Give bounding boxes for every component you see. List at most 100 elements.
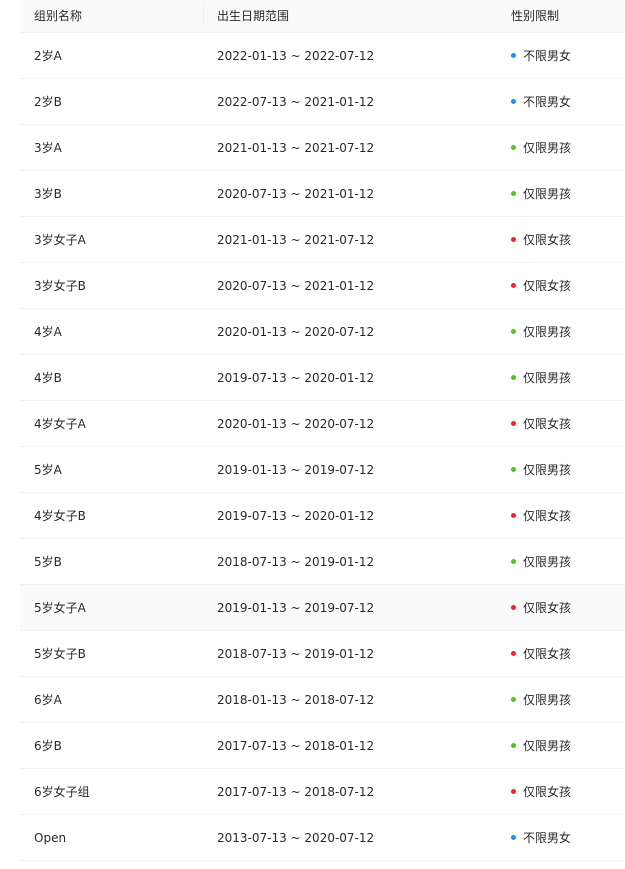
gender-limit-cell: 仅限男孩	[497, 461, 625, 478]
status-dot-icon	[511, 421, 516, 426]
group-name-cell: 4岁女子A	[34, 417, 86, 431]
status-dot-icon	[511, 283, 516, 288]
group-name-cell: 6岁A	[34, 693, 62, 707]
table-row[interactable]: 6岁A 2018-01-13 ~ 2018-07-12 仅限男孩	[20, 677, 625, 723]
header-gender-limit[interactable]: 性别限制	[497, 6, 625, 26]
table-row[interactable]: 6岁女子组 2017-07-13 ~ 2018-07-12 仅限女孩	[20, 769, 625, 815]
status-dot-icon	[511, 789, 516, 794]
gender-limit-label: 仅限男孩	[523, 463, 572, 477]
birth-date-range-cell: 2022-01-13 ~ 2022-07-12	[217, 48, 375, 63]
gender-limit-cell: 仅限女孩	[497, 507, 625, 524]
gender-limit-cell: 不限男女	[497, 47, 625, 64]
gender-limit-cell: 仅限女孩	[497, 645, 625, 662]
group-name-cell: 5岁女子B	[34, 647, 86, 661]
gender-limit-label: 仅限女孩	[523, 233, 572, 247]
gender-limit-cell: 仅限男孩	[497, 369, 625, 386]
gender-limit-cell: 仅限女孩	[497, 277, 625, 294]
status-dot-icon	[511, 53, 516, 58]
status-dot-icon	[511, 329, 516, 334]
group-name-cell: 3岁女子B	[34, 279, 86, 293]
birth-date-range-cell: 2017-07-13 ~ 2018-07-12	[217, 784, 375, 799]
birth-date-range-cell: 2022-07-13 ~ 2021-01-12	[217, 94, 375, 109]
status-dot-icon	[511, 697, 516, 702]
gender-limit-label: 仅限女孩	[523, 601, 572, 615]
gender-limit-label: 仅限男孩	[523, 739, 572, 753]
gender-limit-cell: 仅限男孩	[497, 185, 625, 202]
gender-limit-label: 仅限女孩	[523, 417, 572, 431]
status-dot-icon	[511, 559, 516, 564]
gender-limit-cell: 不限男女	[497, 93, 625, 110]
group-name-cell: 6岁B	[34, 739, 62, 753]
gender-limit-label: 不限男女	[523, 49, 572, 63]
table-row[interactable]: 4岁B 2019-07-13 ~ 2020-01-12 仅限男孩	[20, 355, 625, 401]
birth-date-range-cell: 2019-07-13 ~ 2020-01-12	[217, 508, 375, 523]
status-dot-icon	[511, 99, 516, 104]
gender-limit-label: 不限男女	[523, 831, 572, 845]
gender-limit-label: 仅限女孩	[523, 785, 572, 799]
birth-date-range-cell: 2013-07-13 ~ 2020-07-12	[217, 830, 375, 845]
birth-date-range-cell: 2020-01-13 ~ 2020-07-12	[217, 416, 375, 431]
table-row[interactable]: 2岁B 2022-07-13 ~ 2021-01-12 不限男女	[20, 79, 625, 125]
status-dot-icon	[511, 605, 516, 610]
birth-date-range-cell: 2018-01-13 ~ 2018-07-12	[217, 692, 375, 707]
group-name-cell: 4岁A	[34, 325, 62, 339]
group-name-cell: 5岁A	[34, 463, 62, 477]
birth-date-range-cell: 2019-01-13 ~ 2019-07-12	[217, 462, 375, 477]
group-name-cell: 2岁B	[34, 95, 62, 109]
table-row[interactable]: 5岁B 2018-07-13 ~ 2019-01-12 仅限男孩	[20, 539, 625, 585]
group-name-cell: 4岁B	[34, 371, 62, 385]
gender-limit-label: 仅限女孩	[523, 647, 572, 661]
birth-date-range-cell: 2018-07-13 ~ 2019-01-12	[217, 646, 375, 661]
gender-limit-label: 仅限男孩	[523, 187, 572, 201]
table-row[interactable]: 2岁A 2022-01-13 ~ 2022-07-12 不限男女	[20, 33, 625, 79]
group-name-cell: 2岁A	[34, 49, 62, 63]
table-row[interactable]: 3岁女子B 2020-07-13 ~ 2021-01-12 仅限女孩	[20, 263, 625, 309]
group-table: 组别名称 出生日期范围 性别限制 2岁A 2022-01-13 ~ 2022-07…	[20, 0, 625, 861]
status-dot-icon	[511, 237, 516, 242]
group-name-cell: 5岁女子A	[34, 601, 86, 615]
group-name-cell: 3岁A	[34, 141, 62, 155]
header-birth-date-range[interactable]: 出生日期范围	[203, 2, 497, 26]
gender-limit-cell: 仅限女孩	[497, 231, 625, 248]
header-group-name[interactable]: 组别名称	[20, 6, 203, 26]
group-name-cell: 3岁女子A	[34, 233, 86, 247]
gender-limit-label: 仅限女孩	[523, 509, 572, 523]
gender-limit-label: 仅限男孩	[523, 555, 572, 569]
table-row[interactable]: 4岁女子B 2019-07-13 ~ 2020-01-12 仅限女孩	[20, 493, 625, 539]
table-row[interactable]: Open 2013-07-13 ~ 2020-07-12 不限男女	[20, 815, 625, 861]
group-name-cell: 6岁女子组	[34, 785, 90, 799]
birth-date-range-cell: 2020-07-13 ~ 2021-01-12	[217, 278, 375, 293]
gender-limit-cell: 仅限女孩	[497, 599, 625, 616]
status-dot-icon	[511, 145, 516, 150]
table-row[interactable]: 4岁女子A 2020-01-13 ~ 2020-07-12 仅限女孩	[20, 401, 625, 447]
birth-date-range-cell: 2020-07-13 ~ 2021-01-12	[217, 186, 375, 201]
status-dot-icon	[511, 191, 516, 196]
birth-date-range-cell: 2019-07-13 ~ 2020-01-12	[217, 370, 375, 385]
table-row[interactable]: 3岁A 2021-01-13 ~ 2021-07-12 仅限男孩	[20, 125, 625, 171]
status-dot-icon	[511, 375, 516, 380]
birth-date-range-cell: 2021-01-13 ~ 2021-07-12	[217, 140, 375, 155]
table-row[interactable]: 3岁女子A 2021-01-13 ~ 2021-07-12 仅限女孩	[20, 217, 625, 263]
status-dot-icon	[511, 835, 516, 840]
table-row[interactable]: 5岁女子B 2018-07-13 ~ 2019-01-12 仅限女孩	[20, 631, 625, 677]
gender-limit-cell: 仅限男孩	[497, 737, 625, 754]
status-dot-icon	[511, 743, 516, 748]
gender-limit-cell: 仅限男孩	[497, 691, 625, 708]
table-row[interactable]: 4岁A 2020-01-13 ~ 2020-07-12 仅限男孩	[20, 309, 625, 355]
status-dot-icon	[511, 513, 516, 518]
birth-date-range-cell: 2019-01-13 ~ 2019-07-12	[217, 600, 375, 615]
status-dot-icon	[511, 651, 516, 656]
group-name-cell: 4岁女子B	[34, 509, 86, 523]
group-name-cell: Open	[34, 830, 67, 845]
gender-limit-label: 仅限男孩	[523, 693, 572, 707]
birth-date-range-cell: 2017-07-13 ~ 2018-01-12	[217, 738, 375, 753]
table-row[interactable]: 6岁B 2017-07-13 ~ 2018-01-12 仅限男孩	[20, 723, 625, 769]
gender-limit-cell: 仅限男孩	[497, 139, 625, 156]
table-row[interactable]: 3岁B 2020-07-13 ~ 2021-01-12 仅限男孩	[20, 171, 625, 217]
table-row[interactable]: 5岁A 2019-01-13 ~ 2019-07-12 仅限男孩	[20, 447, 625, 493]
table-row[interactable]: 5岁女子A 2019-01-13 ~ 2019-07-12 仅限女孩	[20, 585, 625, 631]
group-name-cell: 5岁B	[34, 555, 62, 569]
gender-limit-cell: 仅限女孩	[497, 415, 625, 432]
birth-date-range-cell: 2018-07-13 ~ 2019-01-12	[217, 554, 375, 569]
gender-limit-cell: 仅限女孩	[497, 783, 625, 800]
